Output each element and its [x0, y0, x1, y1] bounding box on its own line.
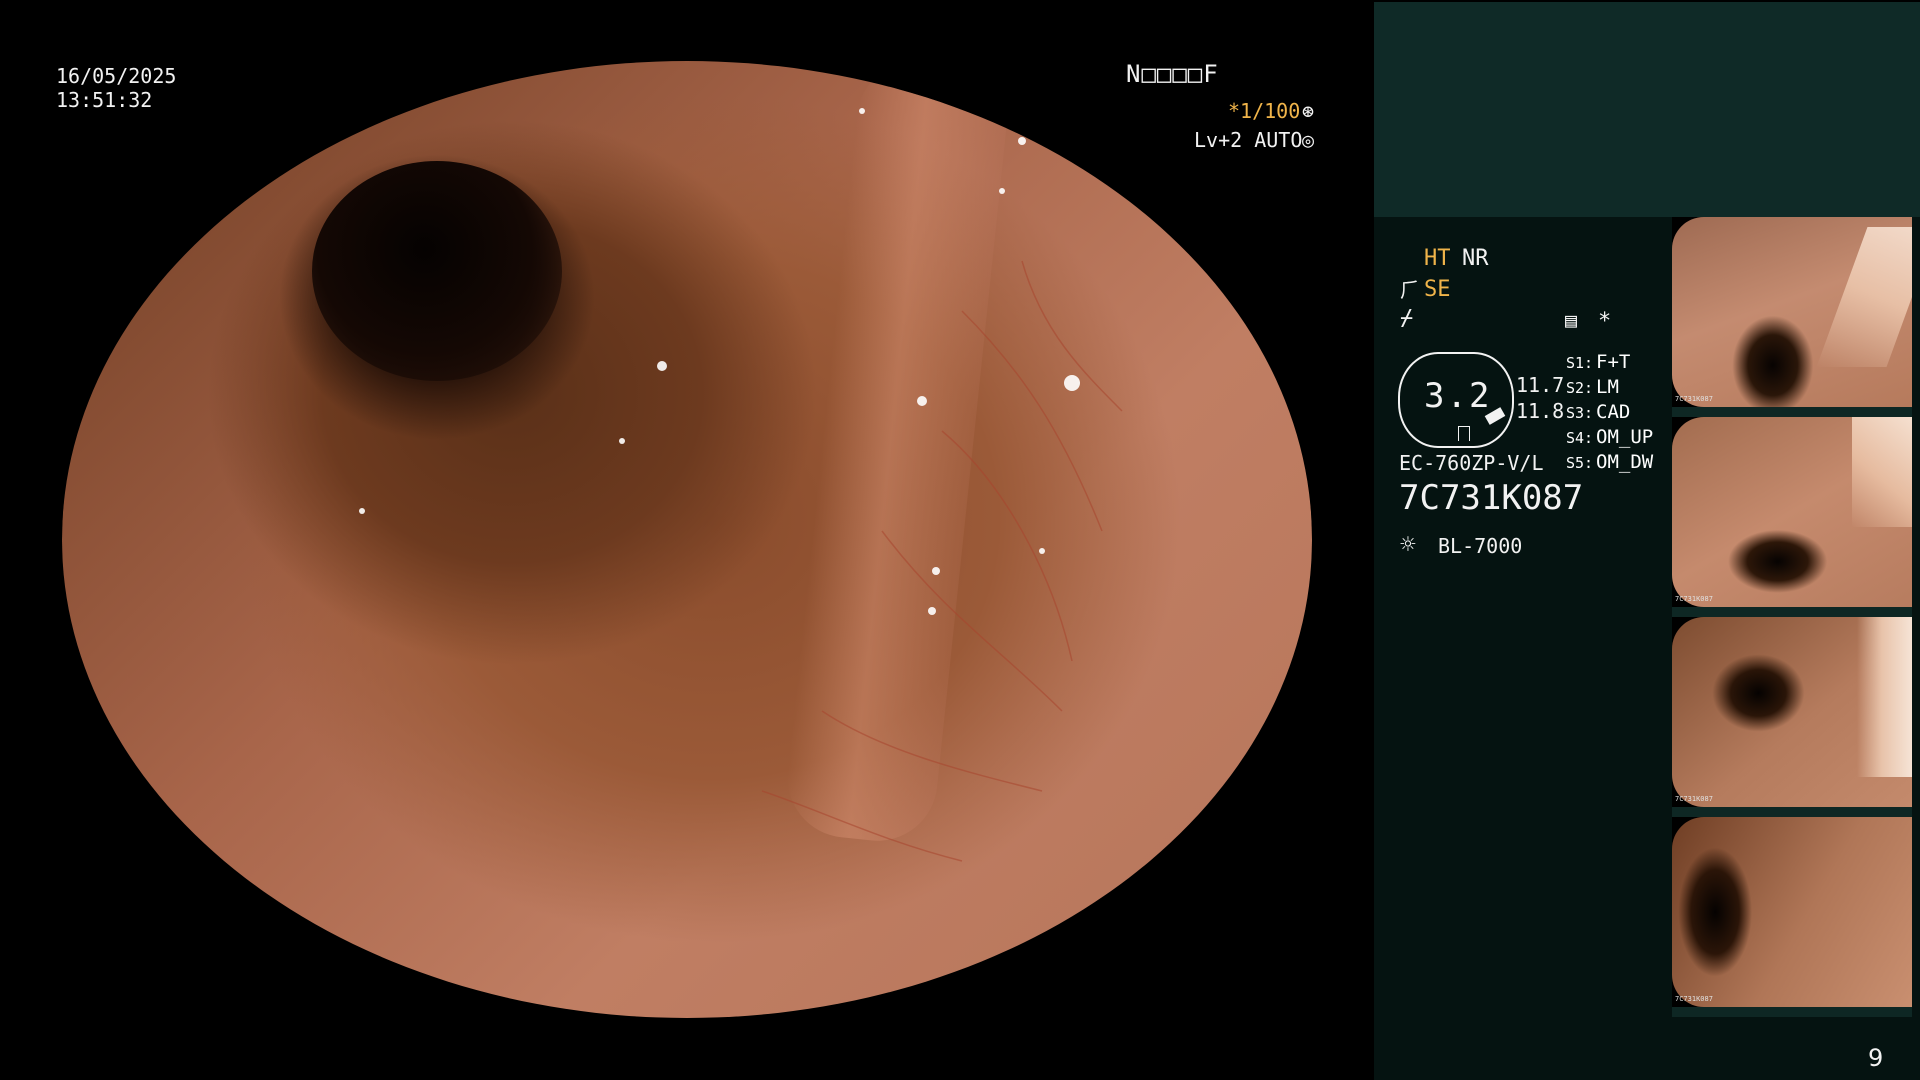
page-number: 9	[1868, 1044, 1884, 1072]
thumbnail-label: 7C731K087	[1675, 795, 1713, 803]
setting-s4-label: S4:	[1566, 429, 1594, 447]
setting-s2-value: LM	[1596, 376, 1619, 398]
vessel-pattern	[359, 108, 1123, 862]
light-source-model: BL-7000	[1438, 534, 1523, 558]
thumbnail-label: 7C731K087	[1675, 395, 1713, 403]
thumbnail-label: 7C731K087	[1675, 595, 1713, 603]
setting-s1-label: S1:	[1566, 354, 1594, 372]
captured-thumbnail[interactable]: 7C731K087	[1672, 617, 1912, 817]
no-flash-icon: ⌿	[1400, 306, 1414, 331]
setting-s1-value: F+T	[1596, 351, 1631, 373]
thumbnail-image	[1672, 817, 1912, 1007]
setting-s2-label: S2:	[1566, 379, 1594, 397]
thumbnail-label: 7C731K087	[1675, 995, 1713, 1003]
exam-date: 16/05/2025	[56, 64, 177, 88]
brightness-level: Lv+2 AUTO	[1194, 128, 1303, 152]
patient-id: N□□□□F	[1126, 60, 1219, 88]
setting-s3-value: CAD	[1596, 401, 1631, 423]
top-info-panel	[1374, 2, 1920, 217]
lens-mark-icon	[1458, 426, 1470, 441]
thumbnail-image	[1672, 617, 1912, 807]
scope-model: EC-760ZP-V/L	[1399, 451, 1544, 475]
nr-indicator: NR	[1462, 246, 1489, 271]
endoscopy-screen: 16/05/2025 13:51:32 N□□□□F *1/100 ⊛ Lv+2…	[0, 0, 1920, 1080]
captured-thumbnail[interactable]: 7C731K087	[1672, 417, 1912, 617]
reading-value-2: 11.8	[1516, 399, 1565, 423]
zoom-value: 3.2	[1424, 376, 1492, 416]
captured-thumbnail[interactable]: 7C731K087	[1672, 217, 1912, 417]
se-indicator: SE	[1424, 277, 1451, 302]
light-source-icon: ☼	[1400, 530, 1416, 560]
scope-serial: 7C731K087	[1399, 478, 1584, 518]
ht-indicator: HT	[1424, 246, 1451, 271]
reading-value-1: 11.7	[1516, 373, 1565, 397]
exam-time: 13:51:32	[56, 88, 153, 112]
menu-icon: ▤	[1565, 308, 1578, 332]
star-indicator: *	[1598, 309, 1612, 334]
colon-lumen-view	[62, 61, 1312, 1018]
thumbnail-image	[1672, 417, 1912, 607]
setting-s5-label: S5:	[1566, 454, 1594, 472]
setting-s5-value: OM_DW	[1596, 451, 1654, 473]
target-icon: ◎	[1302, 128, 1315, 152]
captured-thumbnail[interactable]: 7C731K087	[1672, 817, 1912, 1017]
setting-s4-value: OM_UP	[1596, 426, 1654, 448]
thumbnail-image	[1672, 217, 1912, 407]
endoscope-image	[62, 61, 1312, 1018]
setting-s3-label: S3:	[1566, 404, 1594, 422]
structure-enhance-icon: ⺁	[1400, 278, 1420, 302]
iris-icon: ⊛	[1302, 99, 1315, 123]
shutter-speed: *1/100	[1228, 99, 1301, 123]
